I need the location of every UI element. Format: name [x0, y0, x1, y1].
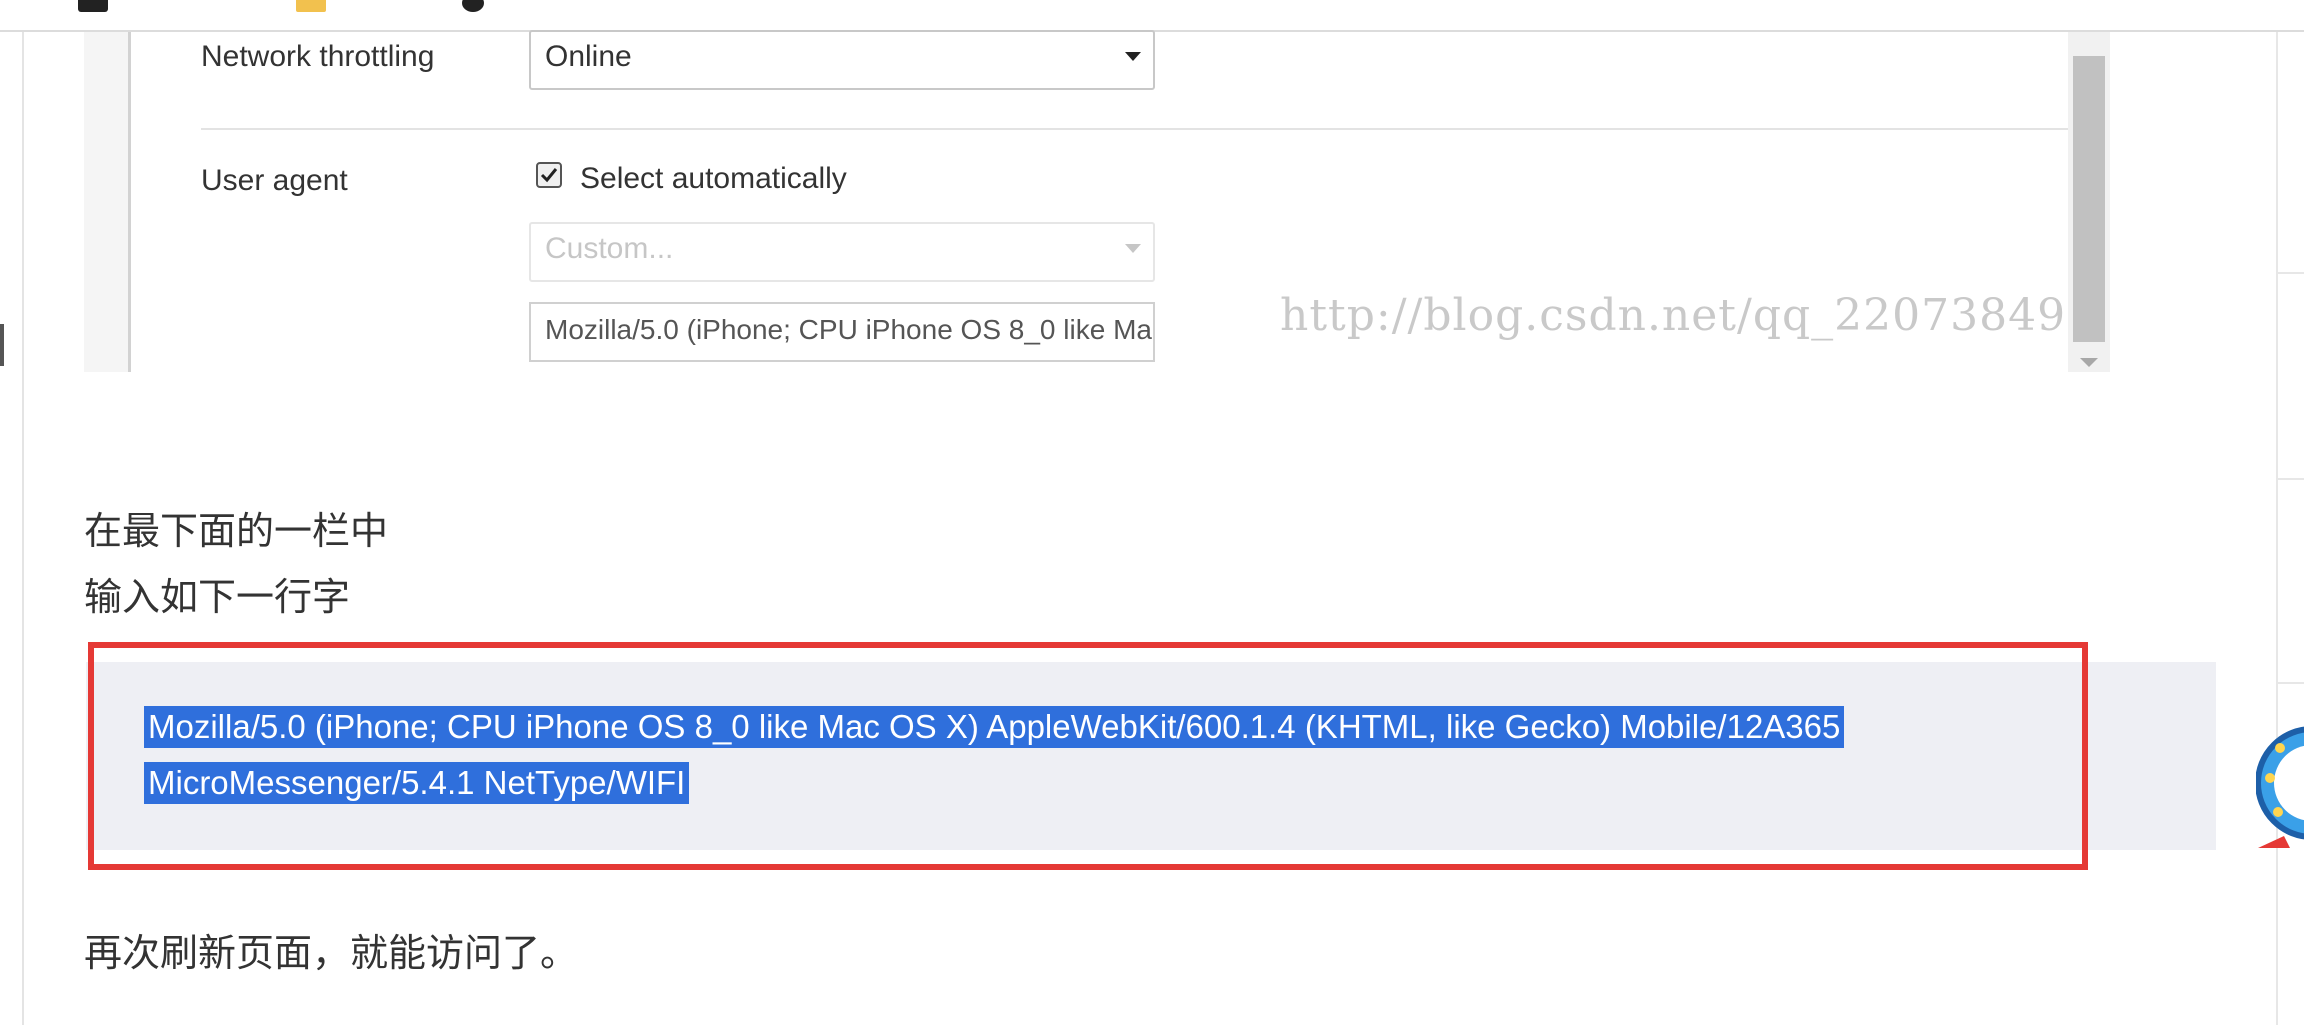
select-automatically-label: Select automatically — [580, 162, 847, 195]
network-throttling-select[interactable]: Online — [529, 30, 1155, 90]
user-agent-preset-select[interactable]: Custom... — [529, 222, 1155, 282]
network-throttling-label: Network throttling — [201, 40, 435, 73]
chevron-down-icon — [1125, 244, 1141, 253]
user-agent-input-value: Mozilla/5.0 (iPhone; CPU iPhone OS 8_0 l… — [545, 314, 1153, 345]
checkmark-icon — [540, 168, 558, 183]
app-icon[interactable] — [78, 0, 108, 12]
scrollbar-thumb[interactable] — [2073, 56, 2105, 342]
network-throttling-value: Online — [545, 40, 632, 73]
user-agent-input[interactable]: Mozilla/5.0 (iPhone; CPU iPhone OS 8_0 l… — [529, 302, 1155, 362]
instruction-line-2: 输入如下一行字 — [84, 577, 351, 619]
watermark: http://blog.csdn.net/qq_22073849 — [1280, 290, 2067, 341]
select-automatically-checkbox[interactable] — [536, 162, 562, 188]
instruction-line-3: 再次刷新页面，就能访问了。 — [84, 933, 579, 975]
instruction-line-1: 在最下面的一栏中 — [84, 511, 389, 553]
divider — [201, 128, 2081, 130]
right-rail — [2276, 32, 2304, 1025]
user-agent-preset-placeholder: Custom... — [545, 232, 674, 265]
chevron-down-icon — [1125, 52, 1141, 61]
left-rail — [0, 32, 24, 1025]
annotation-highlight-box — [88, 642, 2088, 870]
right-rail-divider — [2278, 478, 2304, 480]
right-rail-divider — [2278, 682, 2304, 684]
right-rail-divider — [2278, 272, 2304, 274]
bookmark-icon[interactable] — [462, 0, 484, 12]
browser-toolbar — [0, 0, 2304, 32]
floating-badge-icon[interactable] — [2256, 708, 2304, 858]
folder-icon[interactable] — [296, 0, 326, 12]
user-agent-label: User agent — [201, 164, 348, 197]
left-rail-marker — [0, 324, 4, 366]
devtools-scrollbar[interactable] — [2068, 32, 2110, 372]
scroll-down-arrow-icon[interactable] — [2080, 358, 2098, 367]
